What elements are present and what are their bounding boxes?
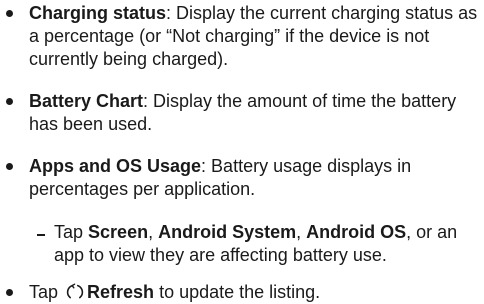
list-item-text: Charging status: Display the current cha… [29,2,481,71]
android-system-label: Android System [158,222,297,242]
list-item-text: Battery Chart: Display the amount of tim… [29,90,481,136]
bullet-marker [6,10,13,17]
refresh-label: Refresh [87,282,155,302]
bullet-marker [6,98,13,105]
term-label: Battery Chart [29,91,144,111]
refresh-icon [66,283,84,299]
android-os-label: Android OS [306,222,407,242]
bullet-marker [6,289,13,296]
dash-marker [37,234,45,236]
text-run: to update the listing. [154,282,321,302]
list-item-text: Tap Refresh to update the listing. [29,281,481,304]
bullet-marker [6,163,13,170]
screen-label: Screen [88,222,149,242]
list-item-text: Tap Screen, Android System, Android OS, … [54,221,482,267]
text-run: , [296,222,307,242]
list-item-text: Apps and OS Usage: Battery usage display… [29,155,481,201]
text-run: , [148,222,159,242]
text-run: Tap [29,282,64,302]
text-run: Tap [54,222,89,242]
term-label: Charging status [29,3,167,23]
term-label: Apps and OS Usage [29,156,202,176]
